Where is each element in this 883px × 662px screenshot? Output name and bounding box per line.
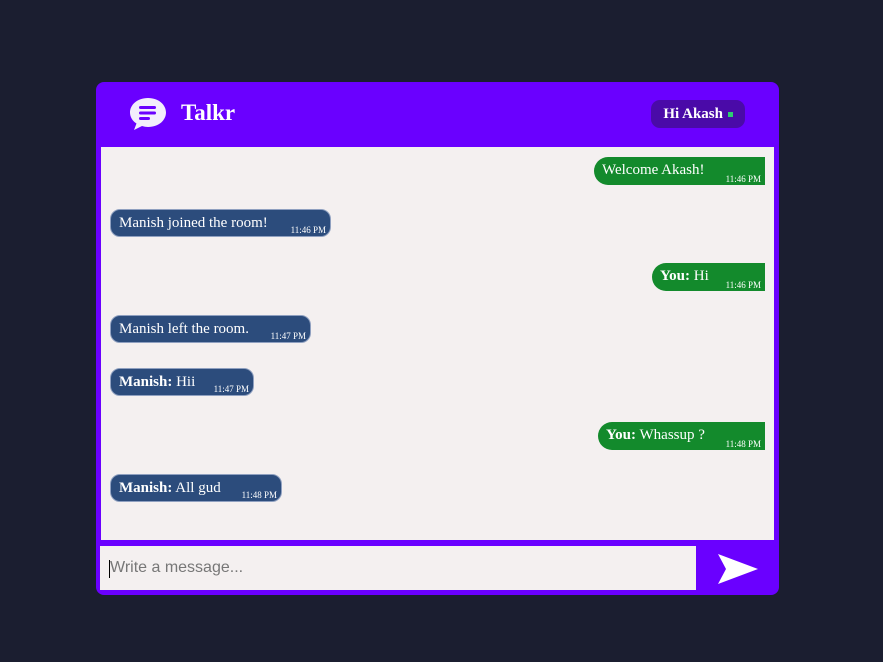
message-text: Manish joined the room! bbox=[119, 215, 268, 231]
chat-app: Talkr Hi Akash Welcome Akash! 11:46 PM M… bbox=[96, 82, 779, 595]
send-icon[interactable] bbox=[716, 552, 760, 586]
message-input[interactable] bbox=[100, 546, 696, 590]
message-sender: Manish: bbox=[119, 480, 173, 496]
message-time: 11:47 PM bbox=[270, 331, 306, 341]
message-text: Whassup ? bbox=[639, 427, 705, 443]
message-text: Hi bbox=[693, 268, 709, 284]
message-bubble: You: Hi 11:46 PM bbox=[652, 263, 765, 291]
chat-bubble-icon bbox=[130, 98, 166, 130]
message-text: Manish left the room. bbox=[119, 321, 249, 337]
text-caret bbox=[109, 560, 110, 578]
message-sender: Manish: bbox=[119, 374, 173, 390]
message-text: Welcome Akash! bbox=[602, 162, 705, 178]
message-bubble: Welcome Akash! 11:46 PM bbox=[594, 157, 765, 185]
message-time: 11:46 PM bbox=[725, 174, 761, 184]
message-time: 11:48 PM bbox=[725, 439, 761, 449]
message-time: 11:46 PM bbox=[290, 225, 326, 235]
message-bubble: Manish left the room. 11:47 PM bbox=[110, 315, 311, 343]
message-sender: You: bbox=[606, 427, 637, 443]
message-bubble: Manish: Hii 11:47 PM bbox=[110, 368, 254, 396]
message-time: 11:48 PM bbox=[241, 490, 277, 500]
message-time: 11:46 PM bbox=[725, 280, 761, 290]
message-text: All gud bbox=[175, 480, 221, 496]
message-time: 11:47 PM bbox=[213, 384, 249, 394]
message-bubble: You: Whassup ? 11:48 PM bbox=[598, 422, 765, 450]
message-text: Hii bbox=[176, 374, 196, 390]
user-badge: Hi Akash bbox=[651, 100, 745, 128]
online-status-dot bbox=[728, 111, 733, 117]
message-list: Welcome Akash! 11:46 PM Manish joined th… bbox=[101, 147, 774, 540]
user-greeting: Hi Akash bbox=[663, 106, 723, 122]
message-bubble: Manish: All gud 11:48 PM bbox=[110, 474, 282, 502]
message-sender: You: bbox=[660, 268, 691, 284]
app-title: Talkr bbox=[181, 100, 236, 125]
message-bubble: Manish joined the room! 11:46 PM bbox=[110, 209, 331, 237]
header: Talkr Hi Akash bbox=[96, 82, 779, 146]
